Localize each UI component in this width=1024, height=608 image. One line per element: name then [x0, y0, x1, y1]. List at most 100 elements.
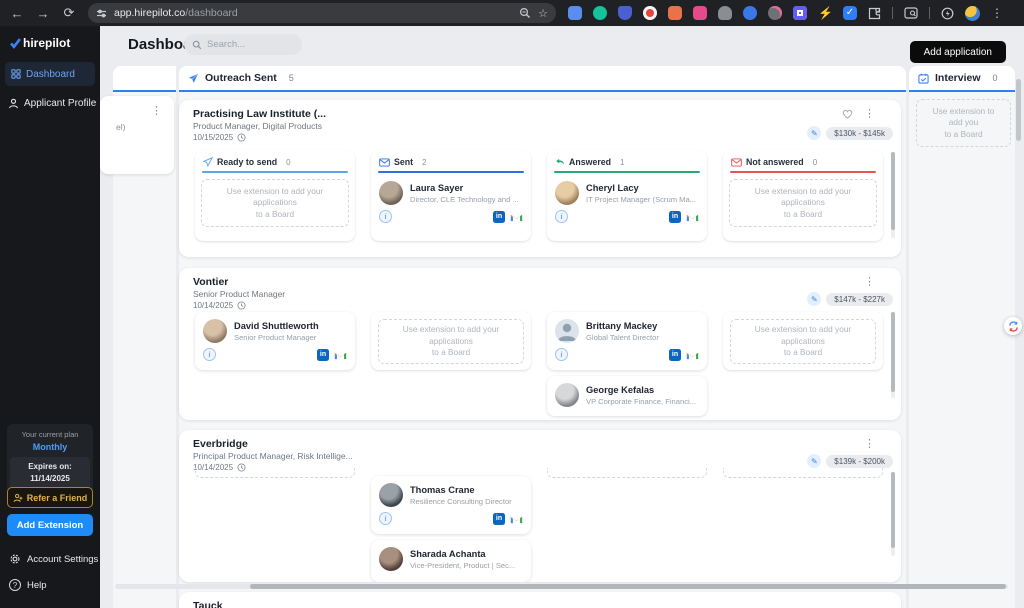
- grammarly-extension-icon[interactable]: [593, 6, 607, 20]
- site-info-icon[interactable]: [96, 8, 107, 19]
- candidate-name: Cheryl Lacy: [586, 183, 696, 193]
- address-bar[interactable]: app.hirepilot.co/dashboard ☆: [88, 3, 556, 23]
- candidate-name: Laura Sayer: [410, 183, 519, 193]
- envelope-icon: [379, 158, 390, 167]
- linkedin-icon[interactable]: in: [317, 349, 329, 361]
- job-card-practising-law[interactable]: Practising Law Institute (... Product Ma…: [179, 100, 901, 257]
- gray-extension-icon[interactable]: [718, 6, 732, 20]
- candidate-card-cheryl-lacy[interactable]: Cheryl Lacy IT Project Manager (Scrum Ma…: [553, 179, 701, 223]
- sidebar: hirepilot Dashboard Applicant Profile Yo…: [0, 26, 100, 608]
- hirepilot-logo[interactable]: hirepilot: [10, 36, 70, 50]
- empty-state: Use extension to add your applications t…: [201, 179, 349, 227]
- refer-friend-button[interactable]: Refer a Friend: [7, 487, 93, 508]
- add-application-button[interactable]: Add application: [910, 41, 1006, 63]
- gmail-icon[interactable]: [334, 350, 347, 360]
- card-scrollbar[interactable]: [891, 472, 895, 556]
- info-icon[interactable]: i: [555, 210, 568, 223]
- partial-job-card[interactable]: el) ⋮: [100, 96, 174, 174]
- info-icon[interactable]: i: [379, 210, 392, 223]
- sync-floating-button[interactable]: [1004, 317, 1022, 335]
- search-input[interactable]: [207, 39, 287, 50]
- job-card-tauck[interactable]: Tauck: [179, 592, 901, 608]
- reply-icon: [555, 157, 565, 167]
- figma-extension-icon[interactable]: [693, 6, 707, 20]
- linkedin-icon[interactable]: in: [669, 211, 681, 223]
- column-header-outreach[interactable]: Outreach Sent 5: [179, 66, 906, 92]
- mail-alert-icon: [731, 158, 742, 167]
- check-task-extension-icon[interactable]: ✓: [843, 6, 857, 20]
- sidebar-item-dashboard[interactable]: Dashboard: [5, 62, 95, 86]
- stage-sent: Sent 2 Laura Sayer Director, CLE Technol…: [371, 150, 531, 241]
- browser-reload-icon[interactable]: ⟳: [58, 0, 80, 26]
- bookmark-star-icon[interactable]: ☆: [538, 7, 548, 20]
- sidebar-item-account-settings[interactable]: Account Settings: [9, 553, 98, 565]
- column-header-interview[interactable]: Interview 0: [909, 66, 1015, 92]
- linkedin-icon[interactable]: in: [669, 349, 681, 361]
- card-menu-icon[interactable]: ⋮: [151, 106, 162, 117]
- job-card-vontier[interactable]: Vontier Senior Product Manager 10/14/202…: [179, 268, 901, 420]
- column-count: 5: [289, 73, 294, 83]
- profile-avatar[interactable]: [965, 6, 980, 21]
- pink-bolt-extension-icon[interactable]: ⚡: [818, 6, 832, 20]
- linkedin-icon[interactable]: in: [493, 211, 505, 223]
- browser-menu-icon[interactable]: ⋮: [991, 6, 1003, 20]
- browser-back-icon[interactable]: ←: [6, 0, 28, 26]
- blue-blob-extension-icon[interactable]: [743, 6, 757, 20]
- candidate-card-george-kefalas[interactable]: George Kefalas VP Corporate Finance, Fin…: [547, 376, 707, 416]
- search-box[interactable]: [184, 34, 302, 55]
- board-column-interview: Interview 0 Use extension to add you to …: [909, 66, 1015, 608]
- red-circle-extension-icon[interactable]: [643, 6, 657, 20]
- candidate-card-sharada-achanta[interactable]: Sharada Achanta Vice-President, Product …: [371, 540, 531, 582]
- plan-expires-label: Expires on:: [12, 461, 88, 473]
- info-icon[interactable]: i: [379, 512, 392, 525]
- candidate-card-brittany-mackey[interactable]: Brittany Mackey Global Talent Director i…: [547, 312, 707, 370]
- gmail-icon[interactable]: [686, 212, 699, 222]
- docs-extension-icon[interactable]: [568, 6, 582, 20]
- gmail-icon[interactable]: [510, 212, 523, 222]
- horizontal-scrollbar[interactable]: [115, 584, 1008, 589]
- candidate-card-laura-sayer[interactable]: Laura Sayer Director, CLE Technology and…: [377, 179, 525, 223]
- browser-forward-icon[interactable]: →: [32, 0, 54, 26]
- shield-extension-icon[interactable]: [618, 6, 632, 20]
- add-extension-button[interactable]: Add Extension: [7, 514, 93, 536]
- camera-circle-extension-icon[interactable]: [768, 6, 782, 20]
- help-icon: ?: [9, 579, 21, 591]
- card-menu-icon[interactable]: ⋮: [864, 439, 875, 450]
- edit-salary-icon[interactable]: ✎: [807, 292, 821, 306]
- candidate-card-thomas-crane[interactable]: Thomas Crane Resilience Consulting Direc…: [371, 476, 531, 534]
- orange-extension-icon[interactable]: [668, 6, 682, 20]
- battery-saver-icon[interactable]: [941, 7, 954, 20]
- salary-badge: $139k - $200k: [826, 455, 893, 468]
- clock-icon: [237, 133, 246, 142]
- refer-friend-label: Refer a Friend: [27, 493, 88, 503]
- edit-salary-icon[interactable]: ✎: [807, 454, 821, 468]
- avatar: [379, 181, 403, 205]
- info-icon[interactable]: i: [203, 348, 216, 361]
- inspect-window-icon[interactable]: [904, 7, 918, 19]
- card-menu-icon[interactable]: ⋮: [864, 277, 875, 288]
- vertical-scrollbar[interactable]: [1016, 66, 1021, 608]
- gmail-icon[interactable]: [686, 350, 699, 360]
- sidebar-item-applicant-profile[interactable]: Applicant Profile: [8, 94, 98, 112]
- linkedin-icon[interactable]: in: [493, 513, 505, 525]
- account-settings-label: Account Settings: [27, 554, 98, 565]
- column-label: Outreach Sent: [205, 72, 277, 84]
- job-subtitle: Senior Product Manager: [193, 289, 285, 299]
- job-card-everbridge[interactable]: Everbridge Principal Product Manager, Ri…: [179, 430, 901, 582]
- empty-state-cut: [547, 468, 707, 478]
- edit-salary-icon[interactable]: ✎: [807, 126, 821, 140]
- logo-check-icon: [10, 38, 21, 49]
- candidate-role: Senior Product Manager: [234, 333, 319, 342]
- card-scrollbar[interactable]: [891, 152, 895, 238]
- card-scrollbar[interactable]: [891, 312, 895, 398]
- favorite-heart-icon[interactable]: [842, 109, 853, 119]
- url-text: app.hirepilot.co/dashboard: [114, 7, 238, 19]
- zoom-page-icon[interactable]: [519, 7, 531, 19]
- extensions-puzzle-icon[interactable]: [868, 7, 881, 20]
- candidate-card-david-shuttleworth[interactable]: David Shuttleworth Senior Product Manage…: [195, 312, 355, 370]
- info-icon[interactable]: i: [555, 348, 568, 361]
- card-menu-icon[interactable]: ⋮: [864, 109, 875, 120]
- gmail-icon[interactable]: [510, 514, 523, 524]
- sidebar-item-help[interactable]: ? Help: [9, 579, 47, 591]
- loom-extension-icon[interactable]: [793, 6, 807, 20]
